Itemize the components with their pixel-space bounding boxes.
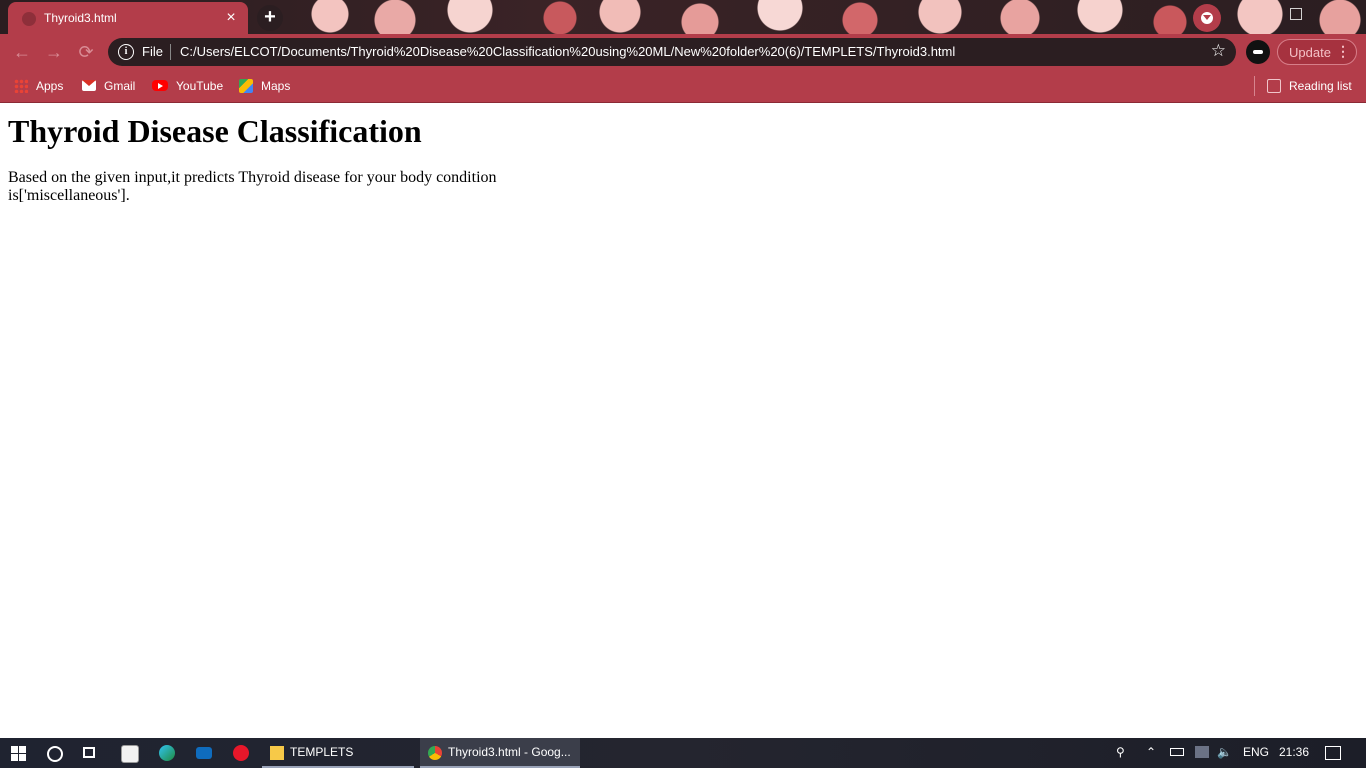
bookmark-label: Gmail — [104, 79, 136, 93]
folder-icon — [270, 746, 284, 760]
extension-icon[interactable] — [1246, 40, 1270, 64]
tab-title: Thyroid3.html — [44, 11, 117, 25]
url-divider — [170, 44, 171, 60]
notifications-icon[interactable] — [1325, 746, 1341, 760]
gmail-icon — [82, 80, 96, 92]
volume-icon[interactable]: 🔈 — [1217, 745, 1232, 775]
opera-icon[interactable] — [224, 738, 256, 768]
window-restore-icon[interactable] — [1290, 8, 1302, 20]
taskbar-item-label: Thyroid3.html - Goog... — [448, 745, 571, 759]
mail-icon[interactable] — [187, 738, 219, 768]
tab-strip: Thyroid3.html × + — [0, 0, 1366, 34]
bookmarks-bar: Apps Gmail YouTube Maps Reading list — [0, 70, 1366, 103]
taskbar-item-chrome[interactable]: Thyroid3.html - Goog... — [420, 738, 580, 768]
reload-button[interactable]: ⟳ — [74, 40, 98, 64]
maps-icon — [239, 78, 253, 93]
browser-menu-icon[interactable]: ⋮ — [1336, 43, 1350, 60]
apps-grid-icon — [14, 78, 28, 93]
tab-close-icon[interactable]: × — [222, 9, 240, 27]
taskbar-item-templets[interactable]: TEMPLETS — [262, 738, 414, 768]
clock[interactable]: 21:36 — [1279, 745, 1309, 775]
bookmark-apps[interactable]: Apps — [14, 77, 63, 95]
chrome-icon — [428, 746, 442, 760]
store-icon[interactable] — [112, 738, 144, 768]
forward-button[interactable]: → — [42, 40, 66, 64]
page-heading: Thyroid Disease Classification — [8, 113, 422, 149]
battery-icon[interactable] — [1170, 748, 1184, 756]
windows-logo-icon — [11, 754, 18, 761]
prediction-result-text: Based on the given input,it predicts Thy… — [8, 169, 497, 204]
people-icon[interactable]: ⚲ — [1116, 745, 1125, 775]
windows-taskbar: TEMPLETS Thyroid3.html - Goog... ⚲ ⌃ 🔈 E… — [0, 738, 1366, 768]
bookmark-label: YouTube — [176, 79, 224, 93]
url-scheme-label: File — [142, 44, 163, 59]
bookmark-maps[interactable]: Maps — [239, 77, 290, 95]
address-bar[interactable]: i File C:/Users/ELCOT/Documents/Thyroid%… — [108, 38, 1236, 66]
page-favicon-icon — [22, 12, 36, 26]
bookmark-label: Apps — [36, 79, 64, 93]
task-view-icon[interactable] — [76, 738, 104, 768]
network-icon[interactable] — [1195, 746, 1209, 758]
bookmark-star-icon[interactable]: ☆ — [1211, 41, 1226, 61]
taskbar-search-icon[interactable] — [38, 738, 70, 768]
edge-icon[interactable] — [150, 738, 182, 768]
bookmark-label: Maps — [261, 79, 291, 93]
chevron-down-icon — [1203, 15, 1211, 20]
update-button[interactable]: Update ⋮ — [1277, 39, 1357, 65]
bookmarks-divider — [1254, 76, 1255, 96]
reading-list-button[interactable]: Reading list — [1267, 77, 1352, 95]
chevron-up-icon[interactable]: ⌃ — [1146, 745, 1156, 775]
browser-toolbar: ← → ⟳ i File C:/Users/ELCOT/Documents/Th… — [0, 34, 1366, 70]
update-button-label: Update — [1289, 45, 1331, 60]
site-info-icon[interactable]: i — [118, 44, 134, 60]
windows-logo-icon — [19, 754, 26, 761]
youtube-icon — [152, 80, 168, 92]
browser-tab[interactable]: Thyroid3.html × — [8, 2, 248, 34]
page-content: Thyroid Disease Classification Based on … — [0, 103, 1366, 738]
url-text[interactable]: C:/Users/ELCOT/Documents/Thyroid%20Disea… — [180, 44, 955, 59]
back-button[interactable]: ← — [10, 40, 34, 64]
language-indicator[interactable]: ENG — [1243, 745, 1269, 775]
tab-search-button[interactable] — [1193, 4, 1221, 32]
reading-list-icon — [1267, 78, 1281, 93]
bookmark-gmail[interactable]: Gmail — [82, 77, 135, 95]
reading-list-label: Reading list — [1289, 79, 1352, 93]
bookmark-youtube[interactable]: YouTube — [152, 77, 223, 95]
windows-logo-icon — [19, 746, 26, 753]
start-button[interactable] — [0, 738, 36, 768]
new-tab-button[interactable]: + — [257, 5, 283, 31]
windows-logo-icon — [11, 746, 18, 753]
taskbar-item-label: TEMPLETS — [290, 745, 354, 759]
